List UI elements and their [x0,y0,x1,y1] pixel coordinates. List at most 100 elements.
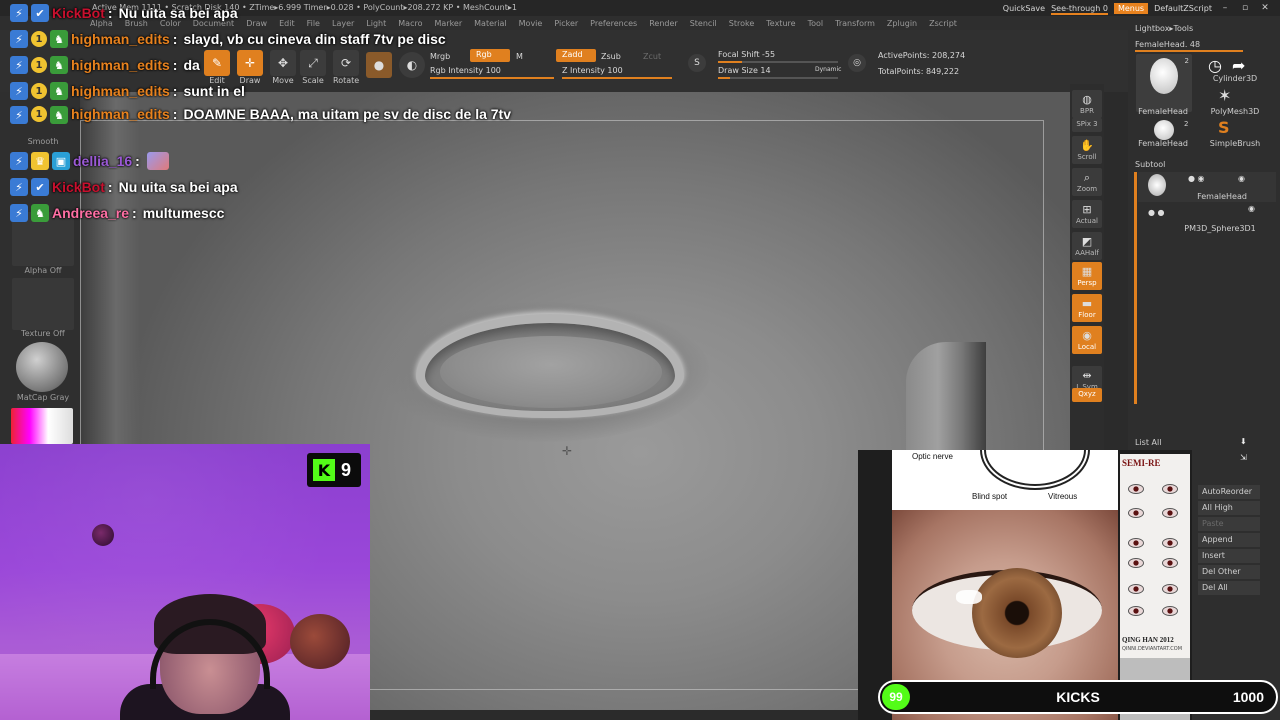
subtool-scrollbar[interactable] [1134,172,1137,404]
tool-name[interactable]: FemaleHead [1128,139,1198,148]
matcap-sphere-icon[interactable] [16,342,68,392]
chat-username[interactable]: KickBot [52,5,105,21]
nav-floor-button[interactable]: ▬ Floor [1072,294,1102,322]
menu-item-transform[interactable]: Transform [835,19,875,28]
nav-local-button[interactable]: ◉ Local [1072,326,1102,354]
tool-name[interactable]: PolyMesh3D [1200,107,1270,116]
chat-username[interactable]: KickBot [52,179,105,195]
lazy-mouse-button[interactable]: S [688,54,706,72]
paste-button[interactable]: Paste [1198,517,1260,531]
vip-icon: ▣ [52,152,70,170]
nav-spix-3-button[interactable]: SPix 3 [1072,118,1102,132]
menu-item-picker[interactable]: Picker [554,19,578,28]
nav-label: SPix 3 [1076,120,1098,128]
rgb-button[interactable]: Rgb [470,49,510,62]
restore-icon[interactable]: ▫ [1238,3,1252,13]
material-icon: ● [366,52,392,78]
tool-thumb-femalehead[interactable]: 2 [1136,54,1192,112]
chat-username[interactable]: highman_edits [71,106,170,122]
nav-zoom-button[interactable]: ⌕ Zoom [1072,168,1102,196]
menu-item-tool[interactable]: Tool [808,19,824,28]
menu-item-macro[interactable]: Macro [398,19,422,28]
move-button[interactable]: ✥ Move [270,50,296,85]
insert-button[interactable]: Insert [1198,549,1260,563]
nav-actual-button[interactable]: ⊞ Actual [1072,200,1102,228]
texture-button[interactable]: ◐ [399,52,425,78]
menu-item-marker[interactable]: Marker [434,19,462,28]
visibility-eye-icon[interactable]: ● ◉ [1188,174,1205,183]
dynamic-toggle[interactable]: Dynamic [815,66,841,73]
menu-item-draw[interactable]: Draw [246,19,267,28]
chat-username[interactable]: highman_edits [71,57,170,73]
quicksave-button[interactable]: QuickSave [1003,4,1045,13]
menu-item-render[interactable]: Render [649,19,677,28]
arrow-down-icon[interactable]: ⬇ [1240,437,1247,446]
chat-username[interactable]: Andreea_re [52,205,129,221]
transp-button[interactable]: ◎ [848,54,866,72]
scale-button[interactable]: ⤢ Scale [300,50,326,85]
texture-slot[interactable] [12,278,74,330]
autoreorder-button[interactable]: AutoReorder [1198,485,1260,499]
goal-label: KICKS [1056,689,1100,705]
current-tool-slider[interactable]: FemaleHead. 48 [1135,40,1200,49]
list-all-button[interactable]: List All [1135,438,1161,447]
chat-username[interactable]: highman_edits [71,83,170,99]
del-all-button[interactable]: Del All [1198,581,1260,595]
z-intensity-slider[interactable]: Z Intensity 100 [562,66,623,75]
femalehead-small-icon[interactable] [1154,120,1174,140]
material-button[interactable]: ● [366,52,392,78]
subtool-header[interactable]: Subtool [1135,160,1165,169]
zadd-button[interactable]: Zadd [556,49,596,62]
nav-persp-button[interactable]: ▦ Persp [1072,262,1102,290]
menu-item-material[interactable]: Material [474,19,507,28]
texture-off-label: Texture Off [21,329,65,338]
tool-name[interactable]: Cylinder3D [1200,74,1270,83]
default-zscript-button[interactable]: DefaultZScript [1154,4,1212,13]
nav-qxyz-button[interactable]: ⤧Qxyz [1072,388,1102,402]
menu-item-zscript[interactable]: Zscript [929,19,957,28]
draw-size-track[interactable] [718,77,838,79]
color-picker[interactable] [11,408,73,444]
subtool-row[interactable]: ● ● ◉ PM3D_Sphere3D1 [1138,204,1276,234]
draw-size-slider[interactable]: Draw Size 14 [718,66,771,75]
arrow-move-icon[interactable]: ⇲ [1240,453,1247,462]
menu-item-layer[interactable]: Layer [332,19,354,28]
menu-item-edit[interactable]: Edit [279,19,295,28]
menu-item-preferences[interactable]: Preferences [590,19,637,28]
tool-name[interactable]: SimpleBrush [1200,139,1270,148]
focal-shift-slider[interactable]: Focal Shift -55 [718,50,775,59]
del-other-button[interactable]: Del Other [1198,565,1260,579]
eye-icon[interactable]: ◉ [1238,174,1245,183]
chat-username[interactable]: dellia_16 [73,153,132,169]
nav-aahalf-button[interactable]: ◩ AAHalf [1072,232,1102,260]
rotate-button[interactable]: ⟳ Rotate [333,50,359,85]
kick-count: 9 [341,459,352,480]
subtool-row[interactable]: ● ◉ ◉ FemaleHead [1138,172,1276,202]
rgb-intensity-slider[interactable]: Rgb Intensity 100 [430,66,501,75]
see-through-slider[interactable]: See-through 0 [1051,4,1108,15]
nav-bpr-button[interactable]: ◍ BPR [1072,90,1102,118]
m-button[interactable]: M [516,52,523,61]
menu-item-movie[interactable]: Movie [519,19,543,28]
minimize-icon[interactable]: – [1218,3,1232,13]
lightbox-tools-button[interactable]: Lightbox▸Tools [1135,24,1193,33]
eye-icon[interactable]: ◉ [1248,204,1255,213]
menu-item-stroke[interactable]: Stroke [729,19,755,28]
mrgb-button[interactable]: Mrgb [430,52,450,61]
close-icon[interactable]: ✕ [1258,3,1272,13]
nav-scroll-button[interactable]: ✋ Scroll [1072,136,1102,164]
menu-item-file[interactable]: File [307,19,320,28]
chat-username[interactable]: highman_edits [71,31,170,47]
menu-item-light[interactable]: Light [366,19,386,28]
chat-message: ⚡ ♛ ▣ dellia_16: [10,150,175,172]
append-button[interactable]: Append [1198,533,1260,547]
scale-icon: ⤢ [300,50,326,76]
all-high-button[interactable]: All High [1198,501,1260,515]
chat-text: DOAMNE BAAA, ma uitam pe sv de disc de l… [183,106,511,122]
menu-item-zplugin[interactable]: Zplugin [887,19,917,28]
zsub-button[interactable]: Zsub [601,52,621,61]
zcut-button[interactable]: Zcut [643,52,661,61]
menus-toggle[interactable]: Menus [1113,2,1149,14]
menu-item-stencil[interactable]: Stencil [690,19,717,28]
menu-item-texture[interactable]: Texture [766,19,795,28]
